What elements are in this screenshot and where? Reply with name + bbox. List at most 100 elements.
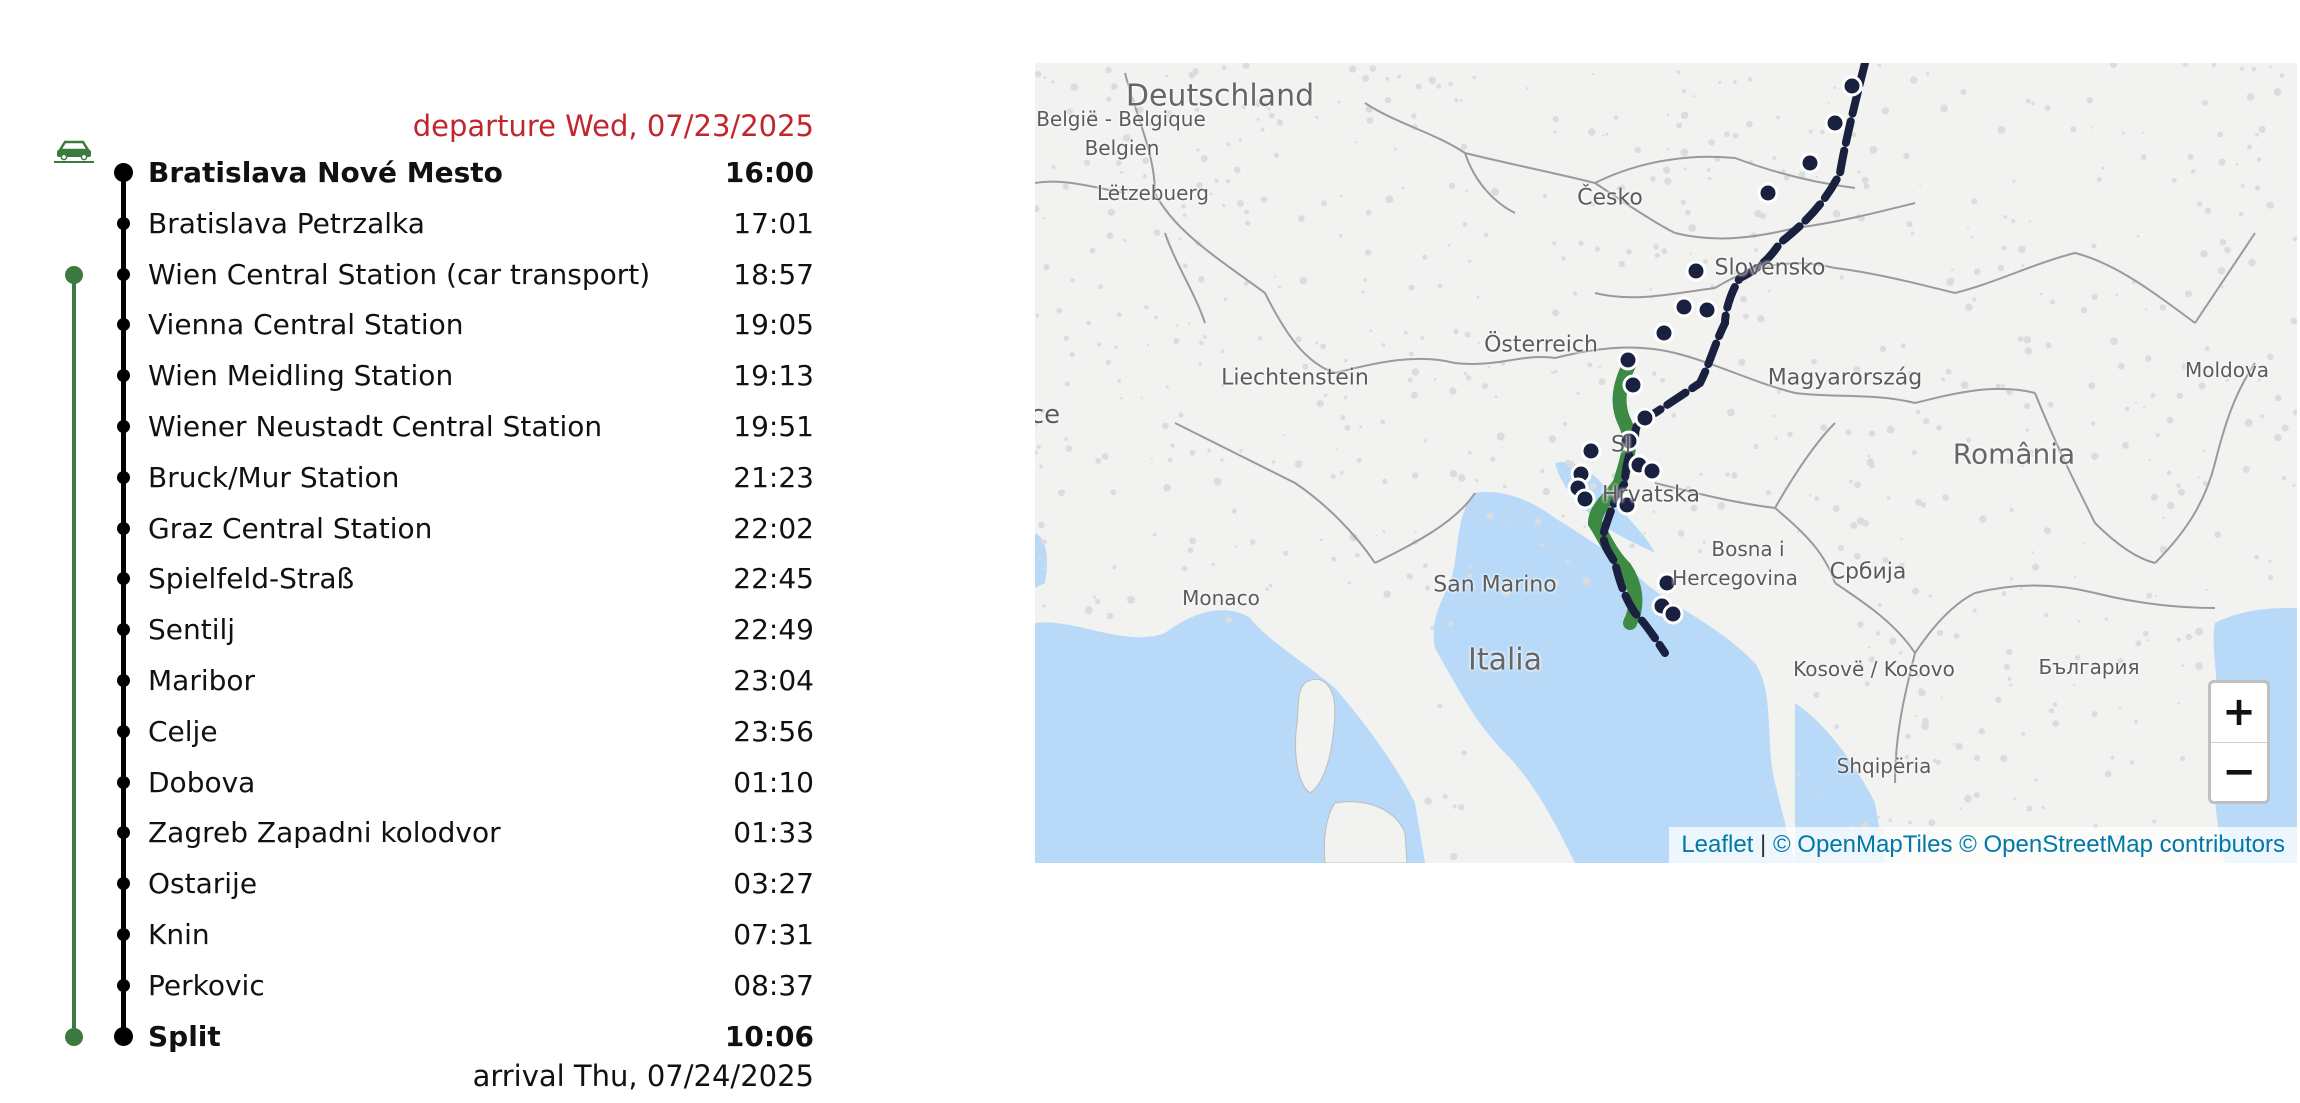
stop-time: 23:04 [733,664,814,697]
stop-row: Bratislava Petrzalka 17:01 [0,199,830,249]
station-marker[interactable] [1641,460,1663,482]
stop-row: Vienna Central Station 19:05 [0,300,830,350]
stop-row: Ostarije 03:27 [0,859,830,909]
stop-time: 18:57 [733,257,814,291]
stop-name: Knin [148,918,210,951]
map-label: Belgien [1084,136,1160,160]
stop-time: 03:27 [733,867,814,901]
stop-dot [117,216,130,230]
stop-row: Maribor 23:04 [0,656,830,706]
map-label: Moldova [2184,358,2270,382]
station-marker[interactable] [1799,152,1821,174]
stop-dot [117,724,130,738]
stop-row: Wien Meidling Station 19:13 [0,351,830,401]
station-marker[interactable] [1634,407,1656,429]
map-label: San Marino [1433,572,1557,598]
stop-name: Wien Central Station (car transport) [148,257,651,291]
stop-dot [117,521,130,535]
map-label: Hrvatska [1601,482,1701,508]
basemap [1035,63,2297,863]
stop-dot [117,318,130,332]
station-marker[interactable] [1696,299,1718,321]
stop-name: Split [148,1019,221,1053]
station-marker[interactable] [1824,112,1846,134]
stop-name: Wien Meidling Station [148,359,454,393]
stop-dot [117,623,130,637]
station-marker[interactable] [1653,322,1675,344]
stop-name: Wiener Neustadt Central Station [148,410,603,443]
stop-name: Sentilj [148,613,236,647]
station-marker[interactable] [1673,296,1695,318]
stop-name: Spielfeld-Straß [148,562,355,596]
stop-dot [117,420,130,433]
stop-row: Wiener Neustadt Central Station 19:51 [0,402,830,452]
stop-row: Dobova 01:10 [0,758,830,808]
stop-time: 17:01 [733,206,814,240]
station-marker[interactable] [1662,603,1684,625]
stop-dot [117,572,130,586]
station-marker[interactable] [1574,488,1596,510]
stop-time: 22:02 [733,511,814,545]
stop-row: Zagreb Zapadni kolodvor 01:33 [0,808,830,858]
station-marker[interactable] [1841,75,1863,97]
stop-dot [117,267,130,281]
map-label: Bosna i [1711,537,1785,561]
stop-row: Celje 23:56 [0,707,830,757]
attribution-separator: | [1753,831,1773,858]
stop-name: Graz Central Station [148,511,433,545]
leaflet-link[interactable]: Leaflet [1681,831,1753,858]
map-label: België - Belgique [1036,107,1206,131]
zoom-in-button[interactable]: + [2211,683,2267,743]
stop-time: 16:00 [724,156,814,189]
map-label: Slovensko [1714,255,1826,281]
zoom-control: + − [2208,680,2270,804]
stop-dot [117,775,130,789]
map-label: Hercegovina [1672,566,1798,590]
stop-row: Knin 07:31 [0,910,830,960]
stop-dot [117,928,130,941]
stop-time: 01:33 [733,816,814,850]
route-map[interactable]: Deutschland België - Belgique Belgien Lëtze… [1035,63,2297,863]
station-marker[interactable] [1685,260,1707,282]
stop-name: Celje [148,714,218,748]
stop-dot [117,470,130,484]
map-label: Sl [1610,432,1632,458]
tiles-attribution-link[interactable]: © OpenMapTiles © OpenStreetMap contribut… [1773,831,2285,858]
stop-time: 19:13 [733,359,814,393]
stop-name: Bruck/Mur Station [148,460,400,494]
stop-row: Sentilj 22:49 [0,605,830,655]
map-label: България [2038,655,2140,679]
stop-dot [117,978,130,992]
stop-dot [117,369,130,383]
map-label: Kosovë / Kosovo [1793,657,1955,681]
station-marker[interactable] [1622,374,1644,396]
stop-dot [117,877,130,891]
station-marker[interactable] [1617,349,1639,371]
map-label: Italia [1467,642,1543,678]
stop-name: Bratislava Nové Mesto [148,156,503,189]
stop-name: Zagreb Zapadni kolodvor [148,816,501,850]
zoom-out-button[interactable]: − [2211,743,2267,802]
map-label: Magyarország [1767,365,1923,391]
stop-row: Bruck/Mur Station 21:23 [0,453,830,503]
map-attribution: Leaflet | © OpenMapTiles © OpenStreetMap… [1669,827,2297,863]
stop-name: Perkovic [148,968,265,1002]
arrival-date: arrival Thu, 07/24/2025 [472,1059,814,1093]
stop-time: 10:06 [724,1019,814,1053]
stop-time: 21:23 [733,460,814,494]
station-marker[interactable] [1757,182,1779,204]
stop-row: Bratislava Nové Mesto 16:00 [0,148,830,198]
stop-row: Graz Central Station 22:02 [0,504,830,554]
stop-time: 01:10 [733,765,814,799]
stop-name: Vienna Central Station [148,308,464,342]
map-label: România [1952,437,2076,471]
map-label: Liechtenstein [1221,365,1369,391]
stop-name: Dobova [148,765,256,799]
map-label: Србија [1829,559,1907,585]
station-marker[interactable] [1580,440,1602,462]
stop-row: Wien Central Station (car transport) 18:5… [0,250,830,300]
stop-row: Split 10:06 [0,1012,830,1062]
map-label: Österreich [1484,332,1598,358]
map-label: Monaco [1182,586,1260,610]
stop-time: 23:56 [733,714,814,748]
